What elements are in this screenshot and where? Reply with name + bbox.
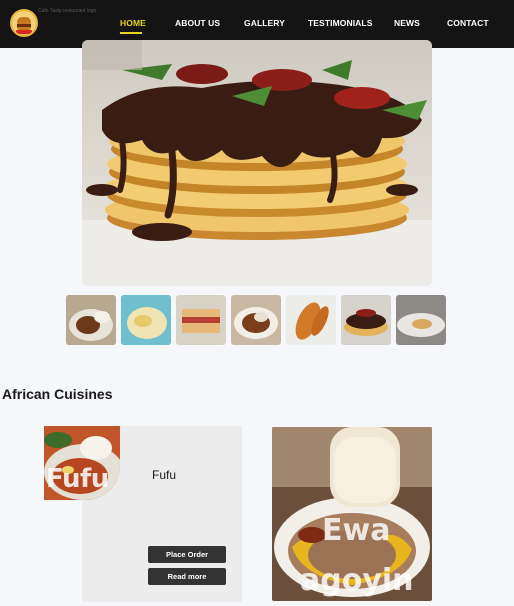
agoyin-image-label: agoyin — [300, 563, 414, 598]
thumbnail-plantain[interactable] — [286, 295, 336, 345]
thumbnail-sandwich[interactable] — [176, 295, 226, 345]
read-more-button[interactable]: Read more — [148, 568, 226, 585]
nav-link-about-us[interactable]: ABOUT US — [175, 18, 220, 28]
thumbnail-plated-dish[interactable] — [396, 295, 446, 345]
active-nav-underline — [120, 32, 142, 34]
thumbnail-soup[interactable] — [231, 295, 281, 345]
section-title: African Cuisines — [2, 386, 113, 402]
thumbnail-amala[interactable] — [66, 295, 116, 345]
ewa-agoyin-card[interactable]: Ewa agoyin — [272, 427, 432, 601]
fufu-name: Fufu — [152, 468, 177, 482]
nav-link-testimonials[interactable]: TESTIMONIALS — [308, 18, 372, 28]
nav-link-news[interactable]: NEWS — [394, 18, 420, 28]
fufu-image-label: Fufu — [46, 464, 109, 494]
thumbnail-pancakes[interactable] — [341, 295, 391, 345]
hero-image — [82, 40, 432, 286]
fufu-image[interactable]: Fufu — [44, 426, 120, 500]
logo-alt-text: Cafe Tasty restaurant logo — [38, 8, 97, 14]
ewa-image-label: Ewa — [322, 513, 391, 548]
place-order-button[interactable]: Place Order — [148, 546, 226, 563]
thumbnail-pasta[interactable] — [121, 295, 171, 345]
nav-link-contact[interactable]: CONTACT — [447, 18, 489, 28]
nav-link-gallery[interactable]: GALLERY — [244, 18, 285, 28]
nav-links: HOME ABOUT US GALLERY TESTIMONIALS NEWS … — [0, 18, 514, 32]
nav-link-home[interactable]: HOME — [120, 18, 146, 28]
